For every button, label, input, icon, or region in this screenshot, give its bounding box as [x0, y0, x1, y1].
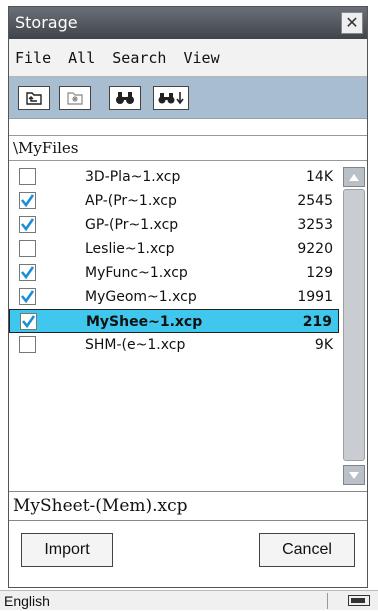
file-size: 9K: [314, 337, 333, 353]
file-name: GP-(Pr~1.xcp: [85, 217, 179, 233]
storage-dialog: Storage ✕ File All Search View \MyFiles …: [8, 6, 368, 588]
close-button[interactable]: ✕: [341, 12, 363, 34]
status-bar: English: [0, 590, 378, 610]
file-checkbox[interactable]: [19, 336, 36, 353]
search-icon: [116, 92, 134, 104]
battery-icon: [348, 595, 370, 606]
file-row[interactable]: MyGeom~1.xcp 1991: [9, 285, 339, 309]
new-folder-icon: [67, 92, 83, 105]
file-size: 1991: [297, 289, 333, 305]
back-folder-button[interactable]: [18, 86, 50, 110]
search-next-button[interactable]: [153, 86, 189, 110]
file-name: SHM-(e~1.xcp: [85, 337, 186, 353]
file-checkbox[interactable]: [20, 313, 37, 330]
checkmark-icon: [21, 315, 36, 329]
file-size: 2545: [297, 193, 333, 209]
new-folder-button[interactable]: [59, 86, 91, 110]
import-button[interactable]: Import: [21, 533, 113, 567]
calculator-screen: Storage ✕ File All Search View \MyFiles …: [0, 0, 378, 610]
file-row[interactable]: GP-(Pr~1.xcp 3253: [9, 213, 339, 237]
file-name: 3D-Pla~1.xcp: [85, 169, 181, 185]
scroll-track[interactable]: [343, 189, 365, 461]
file-checkbox[interactable]: [19, 288, 36, 305]
file-row[interactable]: MyShee~1.xcp 219: [9, 309, 339, 333]
file-size: 9220: [297, 241, 333, 257]
current-folder-path: \MyFiles: [9, 135, 367, 161]
file-checkbox[interactable]: [19, 192, 36, 209]
search-button[interactable]: [109, 86, 141, 110]
scrollbar[interactable]: [343, 161, 365, 491]
file-name: Leslie~1.xcp: [85, 241, 175, 257]
file-row[interactable]: Leslie~1.xcp 9220: [9, 237, 339, 261]
file-list: 3D-Pla~1.xcp 14K AP-(Pr~1.xcp 2545 GP-(Pr~1.…: [9, 161, 367, 491]
file-size: 129: [306, 265, 333, 281]
checkmark-icon: [20, 266, 35, 280]
file-checkbox[interactable]: [19, 168, 36, 185]
file-name: AP-(Pr~1.xcp: [85, 193, 177, 209]
status-divider: [327, 593, 328, 609]
menu-bar: File All Search View: [9, 39, 367, 77]
scroll-up-button[interactable]: [343, 167, 365, 187]
file-row[interactable]: MyFunc~1.xcp 129: [9, 261, 339, 285]
title-bar: Storage ✕: [9, 7, 367, 39]
file-size: 14K: [306, 169, 333, 185]
file-row[interactable]: 3D-Pla~1.xcp 14K: [9, 165, 339, 189]
close-icon: ✕: [345, 13, 359, 32]
menu-search[interactable]: Search: [112, 49, 166, 67]
checkmark-icon: [20, 218, 35, 232]
file-size: 219: [302, 314, 332, 330]
file-row[interactable]: SHM-(e~1.xcp 9K: [9, 333, 339, 357]
triangle-down-icon: [349, 472, 359, 479]
dialog-buttons: Import Cancel: [9, 521, 367, 587]
menu-file[interactable]: File: [15, 49, 51, 67]
cancel-button[interactable]: Cancel: [259, 533, 355, 567]
checkmark-icon: [20, 290, 35, 304]
file-name: MyShee~1.xcp: [86, 314, 203, 330]
checkmark-icon: [20, 194, 35, 208]
file-size: 3253: [297, 217, 333, 233]
filename-field[interactable]: MySheet-(Mem).xcp: [9, 491, 367, 521]
file-name: MyFunc~1.xcp: [85, 265, 188, 281]
scroll-down-button[interactable]: [343, 465, 365, 485]
menu-all[interactable]: All: [68, 49, 95, 67]
file-checkbox[interactable]: [19, 264, 36, 281]
dialog-title: Storage: [15, 13, 78, 32]
file-name: MyGeom~1.xcp: [85, 289, 197, 305]
file-row[interactable]: AP-(Pr~1.xcp 2545: [9, 189, 339, 213]
menu-view[interactable]: View: [184, 49, 220, 67]
language-indicator: English: [4, 593, 50, 609]
toolbar: [9, 77, 367, 119]
search-next-icon: [158, 92, 184, 105]
file-checkbox[interactable]: [19, 216, 36, 233]
file-checkbox[interactable]: [19, 240, 36, 257]
back-folder-icon: [26, 92, 42, 105]
triangle-up-icon: [349, 174, 359, 181]
